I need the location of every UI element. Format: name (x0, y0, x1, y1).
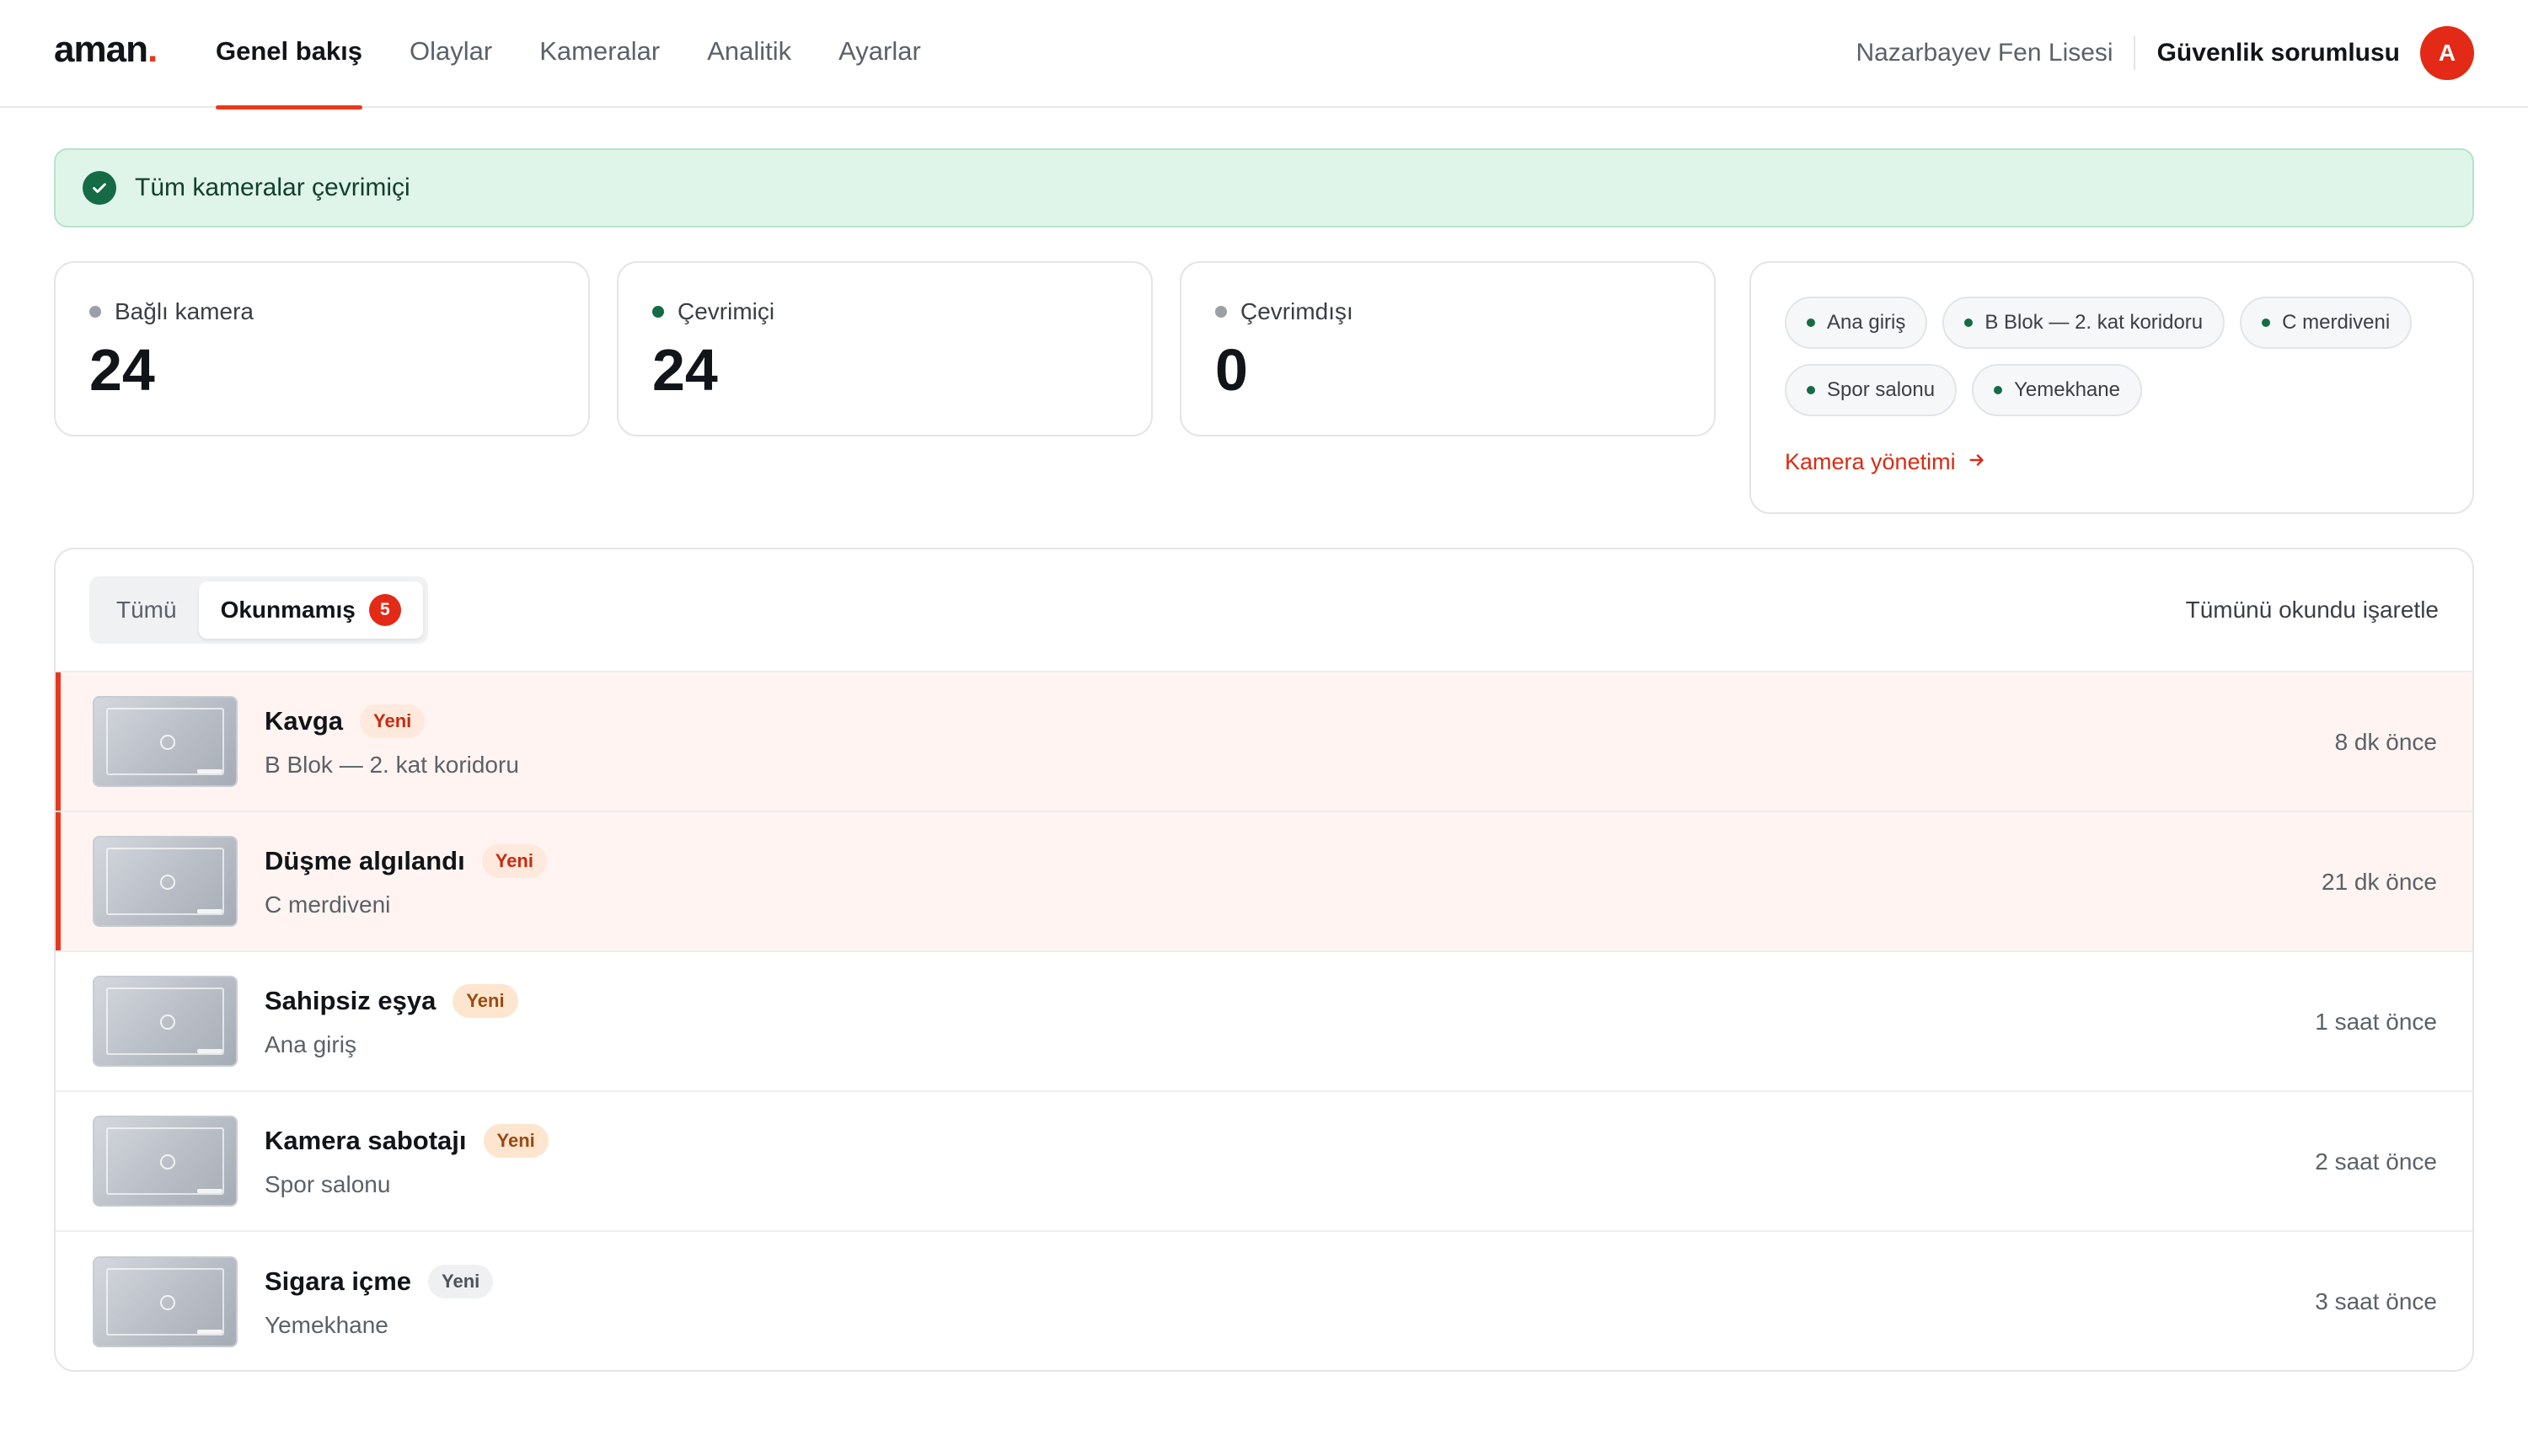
brand-name: aman (54, 29, 148, 70)
gray-dot-icon (89, 306, 101, 318)
camera-thumbnail (93, 1256, 238, 1347)
event-time: 3 saat önce (2315, 1288, 2437, 1314)
event-title: Düşme algılandı (265, 846, 465, 875)
user-role: Güvenlik sorumlusu (2156, 39, 2400, 67)
unread-count-badge: 5 (368, 594, 401, 626)
event-location: Ana giriş (265, 1031, 356, 1057)
status-dot-icon (1807, 318, 1815, 327)
nav-tab-analytics[interactable]: Analitik (707, 0, 791, 108)
new-badge: Yeni (360, 704, 426, 738)
event-location: Spor salonu (265, 1171, 391, 1197)
green-dot-icon (652, 306, 664, 318)
event-location: C merdiveni (265, 891, 391, 918)
new-badge: Yeni (428, 1265, 494, 1298)
location-chip[interactable]: Spor salonu (1785, 364, 1958, 416)
status-dot-icon (1994, 386, 2003, 394)
tab-label: Okunmamış (220, 597, 356, 623)
main-nav: Genel bakış Olaylar Kameralar Analitik A… (216, 0, 968, 110)
nav-tab-settings[interactable]: Ayarlar (838, 0, 921, 108)
stat-label: Bağlı kamera (115, 298, 254, 324)
top-navigation-bar: aman. Genel bakış Olaylar Kameralar Anal… (0, 0, 2528, 110)
link-label: Kamera yönetimi (1785, 448, 1956, 474)
school-name: Nazarbayev Fen Lisesi (1856, 36, 2135, 70)
events-panel-header: Tümü Okunmamış 5 Tümünü okundu işaretle (56, 549, 2472, 672)
check-circle-icon (83, 171, 116, 205)
nav-tab-cameras[interactable]: Kameralar (539, 0, 660, 108)
chip-label: C merdiveni (2282, 311, 2391, 334)
event-row[interactable]: Kavga Yeni B Blok — 2. kat koridoru 8 dk … (56, 672, 2472, 812)
location-chip[interactable]: Ana giriş (1785, 297, 1928, 349)
chip-label: Ana giriş (1827, 311, 1906, 334)
tab-all[interactable]: Tümü (94, 581, 199, 639)
event-location: B Blok — 2. kat koridoru (265, 752, 519, 778)
event-time: 21 dk önce (2322, 869, 2437, 895)
event-time: 1 saat önce (2315, 1009, 2437, 1035)
mark-all-read-button[interactable]: Tümünü okundu işaretle (2186, 597, 2439, 624)
status-dot-icon (1964, 318, 1974, 327)
location-chip[interactable]: C merdiveni (2240, 297, 2413, 349)
event-time: 8 dk önce (2334, 729, 2437, 755)
arrow-right-icon (1968, 448, 1986, 475)
event-row[interactable]: Sahipsiz eşya Yeni Ana giriş 1 saat önce (56, 952, 2472, 1092)
camera-thumbnail (93, 696, 238, 787)
nav-tab-events[interactable]: Olaylar (410, 0, 492, 108)
chip-label: Yemekhane (2014, 378, 2120, 401)
new-badge: Yeni (483, 1124, 549, 1158)
stat-label: Çevrimdışı (1240, 298, 1353, 324)
event-title: Sigara içme (265, 1266, 412, 1296)
banner-text: Tüm kameralar çevrimiçi (135, 174, 410, 201)
event-row[interactable]: Sigara içme Yeni Yemekhane 3 saat önce (56, 1232, 2472, 1370)
event-time: 2 saat önce (2315, 1148, 2437, 1175)
nav-tab-overview[interactable]: Genel bakış (216, 0, 363, 110)
stat-card-connected: Bağlı kamera 24 (54, 261, 590, 436)
tab-unread[interactable]: Okunmamış 5 (198, 581, 423, 639)
chip-label: Spor salonu (1827, 378, 1936, 401)
avatar[interactable]: A (2420, 26, 2474, 80)
brand-dot: . (147, 29, 158, 70)
event-title: Kavga (265, 706, 344, 736)
status-banner: Tüm kameralar çevrimiçi (54, 148, 2474, 228)
stat-value: 24 (89, 337, 155, 403)
camera-thumbnail (93, 976, 238, 1067)
stat-label: Çevrimiçi (678, 298, 775, 324)
location-chips: Ana giriş B Blok — 2. kat koridoru C mer… (1785, 297, 2459, 431)
status-dot-icon (1807, 386, 1815, 394)
stat-card-online: Çevrimiçi 24 (617, 261, 1153, 436)
location-chip[interactable]: Yemekhane (1972, 364, 2142, 416)
camera-thumbnail (93, 1116, 238, 1207)
new-badge: Yeni (453, 984, 518, 1018)
location-chip[interactable]: B Blok — 2. kat koridoru (1942, 297, 2225, 349)
event-title: Sahipsiz eşya (265, 986, 437, 1015)
event-location: Yemekhane (265, 1312, 388, 1338)
stat-value: 0 (1215, 337, 1248, 403)
gray-dot-icon (1215, 306, 1227, 318)
brand-logo[interactable]: aman. (54, 29, 158, 71)
events-filter-tabs: Tümü Okunmamış 5 (89, 576, 428, 644)
events-panel: Tümü Okunmamış 5 Tümünü okundu işaretle … (54, 548, 2474, 1372)
event-row[interactable]: Kamera sabotajı Yeni Spor salonu 2 saat ö… (56, 1092, 2472, 1232)
status-dot-icon (2262, 318, 2271, 327)
event-title: Kamera sabotajı (265, 1126, 467, 1155)
stat-card-offline: Çevrimdışı 0 (1180, 261, 1716, 436)
event-row[interactable]: Düşme algılandı Yeni C merdiveni 21 dk ön… (56, 812, 2472, 952)
stat-value: 24 (652, 337, 718, 403)
user-area: Nazarbayev Fen Lisesi Güvenlik sorumlusu… (1856, 25, 2474, 81)
camera-locations-card: Ana giriş B Blok — 2. kat koridoru C mer… (1749, 261, 2474, 514)
new-badge: Yeni (481, 844, 547, 878)
chip-label: B Blok — 2. kat koridoru (1984, 311, 2204, 334)
camera-thumbnail (93, 836, 238, 927)
camera-management-link[interactable]: Kamera yönetimi (1785, 448, 2472, 475)
